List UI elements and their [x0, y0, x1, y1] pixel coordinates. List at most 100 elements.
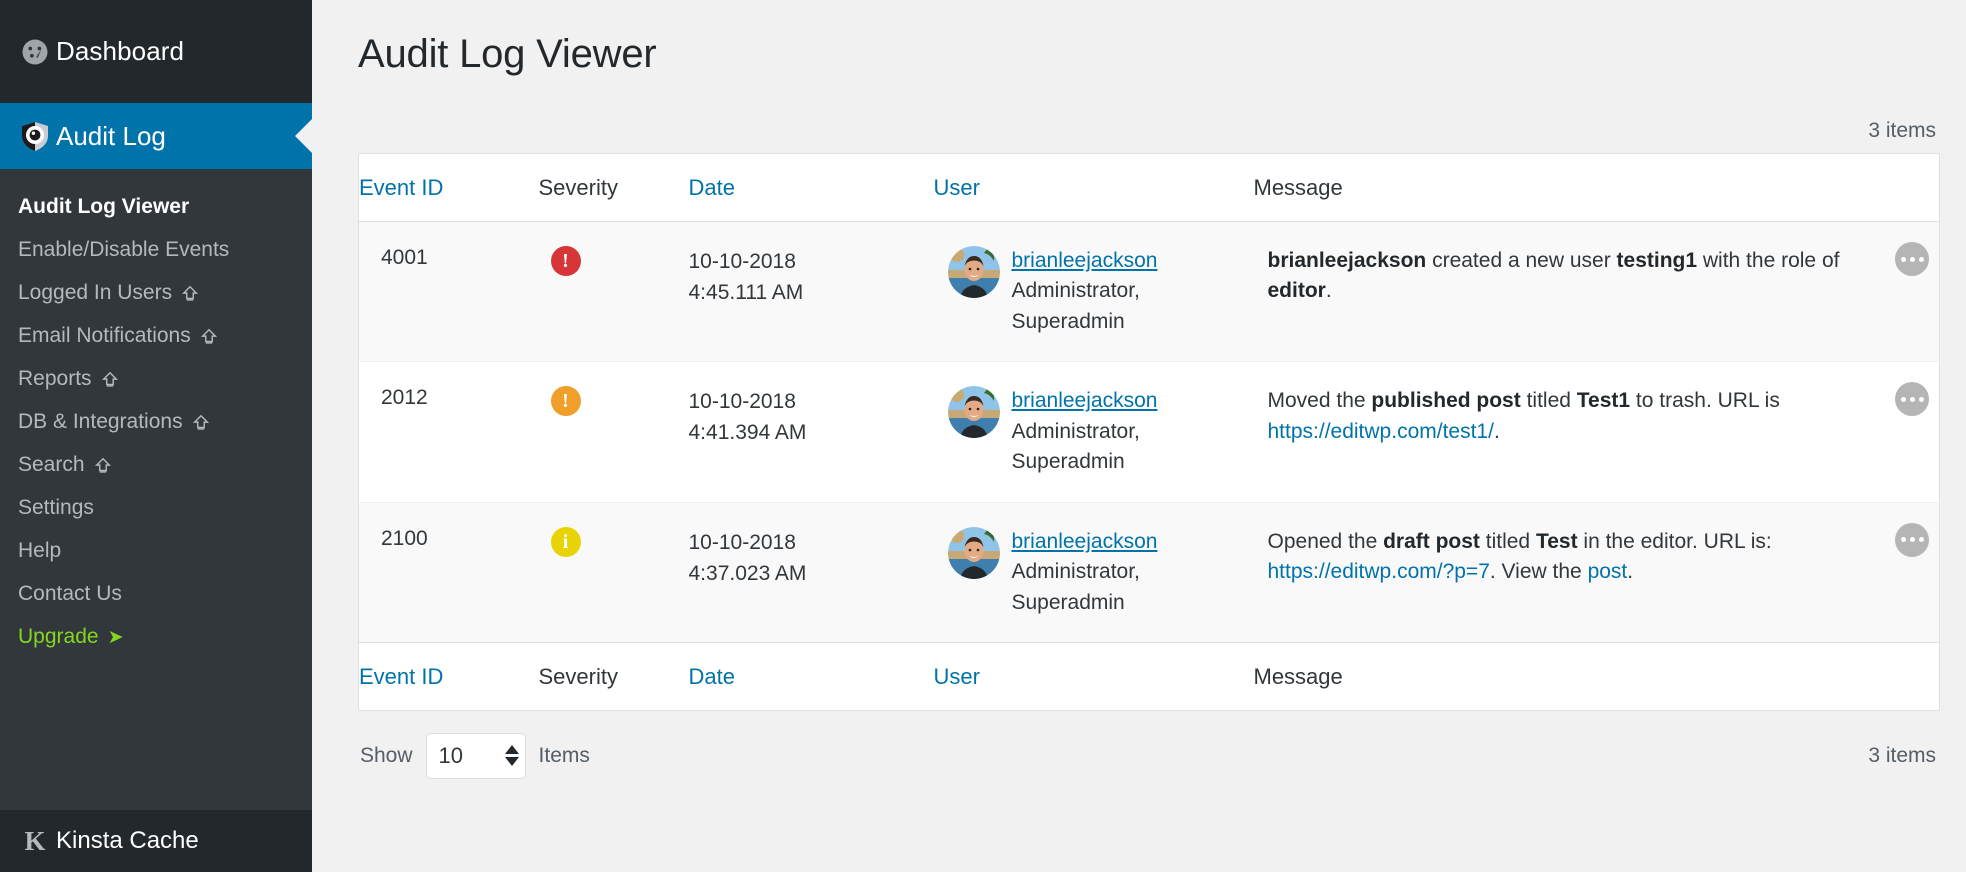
arrow-right-icon: ➤ [107, 627, 124, 648]
sidebar-item-upgrade[interactable]: Upgrade ➤ [0, 615, 312, 658]
items-label: Items [538, 743, 590, 767]
sidebar-item-label: Audit Log [56, 120, 166, 151]
cell-date: 10-10-2018 4:41.394 AM [688, 361, 934, 503]
date-day: 10-10-2018 [688, 390, 796, 414]
date-day: 10-10-2018 [688, 250, 796, 273]
table-row[interactable]: 2012 ! 10-10-2018 4:41.394 AM brianleeja… [358, 361, 1940, 503]
stepper-arrows-icon[interactable] [504, 745, 519, 767]
cell-user: brianleejackson Administrator, Superadmi… [933, 361, 1254, 503]
cell-severity: i [538, 502, 689, 643]
items-count-bottom: 3 items [1868, 743, 1936, 767]
sidebar-item-label: Settings [18, 496, 94, 519]
avatar [947, 386, 1000, 439]
cell-user: brianleejackson Administrator, Superadmi… [933, 502, 1254, 643]
table-header-row: Event ID Severity Date User Message [358, 153, 1940, 222]
more-options-icon[interactable] [1895, 242, 1929, 276]
cell-date: 10-10-2018 4:37.023 AM [688, 502, 934, 643]
crown-icon [200, 328, 218, 346]
sidebar-item-kinsta-cache[interactable]: K Kinsta Cache [0, 810, 312, 872]
message-text: Moved the published post titled Test1 to… [1267, 389, 1780, 443]
items-count-top: 3 items [1868, 119, 1936, 142]
column-footer-user[interactable]: User [933, 641, 1254, 711]
column-footer-date[interactable]: Date [688, 641, 934, 711]
cell-user: brianleejackson Administrator, Superadmi… [933, 221, 1254, 363]
shield-eye-icon [14, 120, 56, 152]
sidebar-item-label: Kinsta Cache [56, 827, 199, 854]
sidebar-item-label: Enable/Disable Events [18, 238, 230, 261]
sidebar-item-label: Audit Log Viewer [18, 195, 190, 218]
sidebar-item-label: Email Notifications [18, 324, 191, 347]
sidebar-item-logged-in-users[interactable]: Logged In Users [0, 271, 312, 314]
admin-sidebar: Dashboard Audit Log Audit Log Viewer Ena… [0, 0, 312, 872]
crown-icon [101, 371, 119, 389]
sidebar-item-enable-disable-events[interactable]: Enable/Disable Events [0, 228, 312, 271]
dashboard-icon [14, 37, 56, 67]
sidebar-item-audit-log-viewer[interactable]: Audit Log Viewer [0, 185, 312, 228]
per-page-value[interactable]: 10 [439, 743, 463, 769]
admin-screen: Dashboard Audit Log Audit Log Viewer Ena… [0, 0, 1966, 872]
sidebar-item-dashboard[interactable]: Dashboard [0, 0, 312, 103]
sidebar-item-search[interactable]: Search [0, 443, 312, 486]
column-footer-event-id[interactable]: Event ID [358, 641, 539, 711]
sort-link-event-id[interactable]: Event ID [359, 175, 443, 200]
alert-critical-icon: ! [550, 246, 581, 276]
sidebar-item-label: Dashboard [56, 36, 185, 66]
cell-event-id: 2100 [358, 502, 539, 643]
user-roles: Administrator, Superadmin [1011, 279, 1140, 333]
column-header-severity: Severity [538, 153, 689, 222]
sidebar-item-reports[interactable]: Reports [0, 357, 312, 400]
crown-icon [94, 457, 112, 475]
sidebar-item-audit-log[interactable]: Audit Log [0, 103, 312, 169]
user-link[interactable]: brianleejackson [1012, 527, 1254, 557]
date-time: 4:45.111 AM [688, 281, 804, 305]
sidebar-item-label: Contact Us [18, 582, 122, 605]
column-header-message: Message [1253, 153, 1940, 222]
date-day: 10-10-2018 [688, 530, 796, 554]
column-header-event-id[interactable]: Event ID [358, 153, 539, 222]
cell-date: 10-10-2018 4:45.111 AM [688, 221, 934, 363]
sidebar-item-label: Reports [18, 367, 92, 390]
cell-event-id: 4001 [358, 221, 539, 363]
table-body: 4001 ! 10-10-2018 4:45.111 AM brianleeja… [358, 221, 1940, 643]
crown-icon [181, 285, 199, 303]
show-label: Show [360, 743, 413, 767]
cell-severity: ! [538, 361, 689, 503]
sort-link-user[interactable]: User [934, 175, 980, 200]
alert-info-icon: i [550, 526, 581, 557]
user-roles: Administrator, Superadmin [1011, 419, 1140, 474]
table-row[interactable]: 4001 ! 10-10-2018 4:45.111 AM brianleeja… [358, 221, 1940, 363]
table-footer-row: Event ID Severity Date User Message [358, 641, 1940, 711]
more-options-icon[interactable] [1895, 522, 1929, 557]
table-row[interactable]: 2100 i 10-10-2018 4:37.023 AM brianleeja… [358, 502, 1940, 643]
column-footer-severity: Severity [538, 641, 689, 711]
stepper-down-icon[interactable] [504, 757, 519, 767]
sort-link-date-footer[interactable]: Date [689, 664, 735, 689]
user-link[interactable]: brianleejackson [1012, 246, 1254, 276]
audit-log-table: Event ID Severity Date User Message 4001 [358, 153, 1940, 711]
cell-message: Moved the published post titled Test1 to… [1253, 361, 1940, 503]
column-header-user[interactable]: User [933, 153, 1254, 222]
sidebar-item-db-integrations[interactable]: DB & Integrations [0, 400, 312, 443]
main-content: Audit Log Viewer 3 items Event ID Severi… [312, 0, 1966, 872]
sort-link-event-id-footer[interactable]: Event ID [359, 664, 443, 689]
sidebar-item-label: Search [18, 453, 85, 476]
message-text: brianleejackson created a new user testi… [1267, 249, 1840, 303]
user-link[interactable]: brianleejackson [1012, 386, 1254, 416]
more-options-icon[interactable] [1895, 382, 1929, 417]
cell-message: brianleejackson created a new user testi… [1253, 221, 1940, 363]
sidebar-item-label: DB & Integrations [18, 410, 183, 433]
sidebar-item-help[interactable]: Help [0, 529, 312, 572]
crown-icon [192, 414, 210, 432]
sidebar-item-contact-us[interactable]: Contact Us [0, 572, 312, 615]
per-page-stepper[interactable]: 10 [425, 732, 526, 779]
sidebar-item-settings[interactable]: Settings [0, 486, 312, 529]
column-header-date[interactable]: Date [688, 153, 934, 222]
sort-link-date[interactable]: Date [689, 175, 735, 200]
sidebar-submenu: Audit Log Viewer Enable/Disable Events L… [0, 169, 312, 672]
sidebar-item-email-notifications[interactable]: Email Notifications [0, 314, 312, 357]
sort-link-user-footer[interactable]: User [934, 664, 980, 689]
cell-message: Opened the draft post titled Test in the… [1253, 502, 1940, 643]
cell-event-id: 2012 [358, 361, 539, 503]
stepper-up-icon[interactable] [504, 745, 519, 755]
date-time: 4:41.394 AM [688, 421, 807, 445]
